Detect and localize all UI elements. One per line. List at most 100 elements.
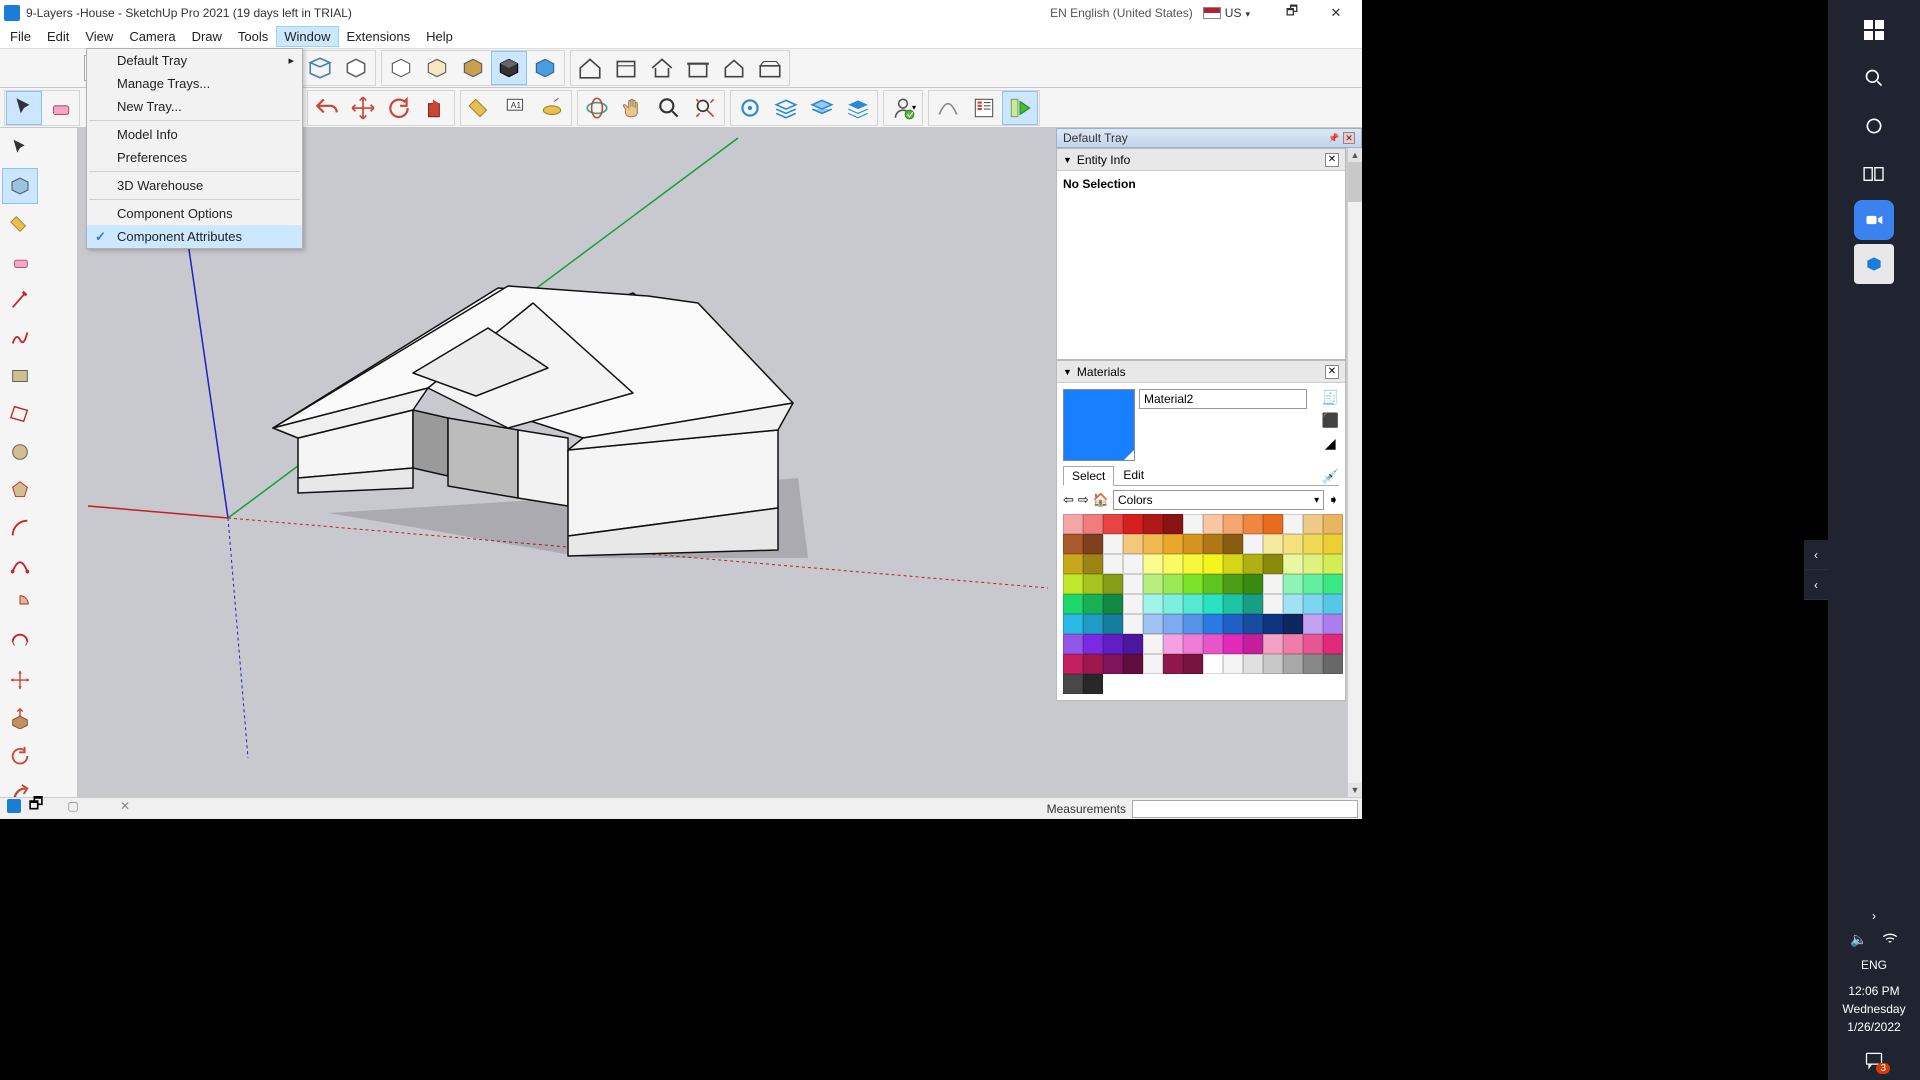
house-1-icon[interactable] bbox=[572, 51, 608, 85]
color-swatch[interactable] bbox=[1103, 574, 1123, 594]
component-icon[interactable] bbox=[2, 168, 38, 204]
color-swatch[interactable] bbox=[1163, 654, 1183, 674]
color-swatch[interactable] bbox=[1323, 614, 1343, 634]
color-swatch[interactable] bbox=[1123, 614, 1143, 634]
color-swatch[interactable] bbox=[1123, 654, 1143, 674]
color-swatch[interactable] bbox=[1143, 514, 1163, 534]
pie-icon[interactable] bbox=[2, 586, 38, 622]
menu-component-attributes[interactable]: Component Attributes bbox=[87, 225, 302, 248]
scroll-thumb[interactable] bbox=[1348, 162, 1362, 202]
color-swatch[interactable] bbox=[1303, 614, 1323, 634]
color-swatch[interactable] bbox=[1143, 614, 1163, 634]
color-swatch[interactable] bbox=[1223, 634, 1243, 654]
line-icon[interactable] bbox=[2, 282, 38, 318]
color-swatch[interactable] bbox=[1323, 634, 1343, 654]
color-swatch[interactable] bbox=[1243, 654, 1263, 674]
circle-icon[interactable] bbox=[2, 434, 38, 470]
dimension-tool-button[interactable] bbox=[534, 91, 570, 125]
color-swatch[interactable] bbox=[1303, 594, 1323, 614]
color-swatch[interactable] bbox=[1203, 614, 1223, 634]
color-swatch[interactable] bbox=[1103, 554, 1123, 574]
house-5-icon[interactable] bbox=[716, 51, 752, 85]
language-dropdown-arrow[interactable]: ▾ bbox=[1245, 9, 1250, 20]
color-swatch[interactable] bbox=[1163, 554, 1183, 574]
rotate-icon[interactable] bbox=[2, 738, 38, 774]
materials-edit-tab[interactable]: Edit bbox=[1114, 465, 1153, 485]
select-icon[interactable] bbox=[2, 130, 38, 166]
color-swatch[interactable] bbox=[1323, 654, 1343, 674]
color-swatch[interactable] bbox=[1223, 594, 1243, 614]
color-swatch[interactable] bbox=[1103, 514, 1123, 534]
cortana-button[interactable] bbox=[1852, 104, 1896, 148]
layers-2-icon[interactable] bbox=[804, 91, 840, 125]
menu-camera[interactable]: Camera bbox=[121, 26, 183, 47]
color-swatch[interactable] bbox=[1283, 554, 1303, 574]
color-swatch[interactable] bbox=[1203, 534, 1223, 554]
house-4-icon[interactable] bbox=[680, 51, 716, 85]
scroll-up-icon[interactable]: ▲ bbox=[1348, 148, 1362, 162]
nav-back-icon[interactable]: ⇦ bbox=[1063, 492, 1074, 508]
materials-header[interactable]: ▼ Materials ✕ bbox=[1057, 361, 1345, 383]
color-swatch[interactable] bbox=[1303, 514, 1323, 534]
color-swatch[interactable] bbox=[1223, 574, 1243, 594]
eraser-icon[interactable] bbox=[2, 244, 38, 280]
play-icon[interactable] bbox=[1002, 91, 1038, 125]
menu-tools[interactable]: Tools bbox=[230, 26, 276, 47]
color-swatch[interactable] bbox=[1063, 534, 1083, 554]
language-short[interactable]: US bbox=[1225, 6, 1242, 20]
color-swatch[interactable] bbox=[1203, 554, 1223, 574]
color-swatch[interactable] bbox=[1183, 614, 1203, 634]
style-textured-button[interactable] bbox=[455, 51, 491, 85]
arc-2-icon[interactable] bbox=[2, 548, 38, 584]
arrow-left2-icon[interactable]: ‹ bbox=[1804, 570, 1828, 600]
menu-new-tray[interactable]: New Tray... bbox=[87, 95, 302, 118]
color-swatch[interactable] bbox=[1103, 534, 1123, 554]
color-swatch[interactable] bbox=[1323, 534, 1343, 554]
menu-3d-warehouse[interactable]: 3D Warehouse bbox=[87, 174, 302, 197]
color-swatch[interactable] bbox=[1263, 594, 1283, 614]
color-swatch[interactable] bbox=[1123, 514, 1143, 534]
paint-bucket-button[interactable] bbox=[462, 91, 498, 125]
color-swatch[interactable] bbox=[1183, 594, 1203, 614]
color-swatch[interactable] bbox=[1063, 574, 1083, 594]
layers-1-icon[interactable] bbox=[768, 91, 804, 125]
tray-close-button[interactable]: ✕ bbox=[1343, 132, 1355, 144]
style-xray-button[interactable] bbox=[527, 51, 563, 85]
menu-model-info[interactable]: Model Info bbox=[87, 123, 302, 146]
color-swatch[interactable] bbox=[1263, 634, 1283, 654]
gear-1-icon[interactable] bbox=[732, 91, 768, 125]
arrow-right-icon[interactable]: › bbox=[1870, 907, 1878, 925]
color-swatch[interactable] bbox=[1263, 574, 1283, 594]
color-swatch[interactable] bbox=[1103, 634, 1123, 654]
menu-help[interactable]: Help bbox=[418, 26, 461, 47]
color-swatch[interactable] bbox=[1203, 574, 1223, 594]
language-indicator[interactable]: ENG bbox=[1861, 954, 1887, 976]
volume-icon[interactable]: 🔈 bbox=[1850, 931, 1867, 948]
color-swatch[interactable] bbox=[1163, 634, 1183, 654]
color-swatch[interactable] bbox=[1203, 514, 1223, 534]
color-swatch[interactable] bbox=[1183, 634, 1203, 654]
taskbar-expand-arrows[interactable]: ‹ ‹ bbox=[1804, 540, 1828, 600]
color-swatch[interactable] bbox=[1163, 534, 1183, 554]
entity-close-button[interactable]: ✕ bbox=[1325, 153, 1339, 167]
color-swatch[interactable] bbox=[1263, 614, 1283, 634]
color-swatch[interactable] bbox=[1123, 554, 1143, 574]
move-icon[interactable] bbox=[2, 662, 38, 698]
start-button[interactable] bbox=[1852, 8, 1896, 52]
system-clock[interactable]: 12:06 PM Wednesday 1/26/2022 bbox=[1842, 976, 1905, 1042]
color-swatch[interactable] bbox=[1103, 594, 1123, 614]
eyedropper-icon[interactable]: 💉 bbox=[1322, 468, 1339, 485]
house-2-icon[interactable] bbox=[608, 51, 644, 85]
rotate-tool-button[interactable] bbox=[381, 91, 417, 125]
offset-tool-button[interactable] bbox=[417, 91, 453, 125]
color-swatch[interactable] bbox=[1083, 634, 1103, 654]
color-swatch[interactable] bbox=[1063, 594, 1083, 614]
color-swatch[interactable] bbox=[1063, 654, 1083, 674]
color-swatch[interactable] bbox=[1163, 574, 1183, 594]
color-swatch[interactable] bbox=[1263, 534, 1283, 554]
menu-component-options[interactable]: Component Options bbox=[87, 202, 302, 225]
house-6-icon[interactable] bbox=[752, 51, 788, 85]
color-swatch[interactable] bbox=[1263, 554, 1283, 574]
arc-3-icon[interactable] bbox=[2, 624, 38, 660]
color-swatch[interactable] bbox=[1323, 514, 1343, 534]
